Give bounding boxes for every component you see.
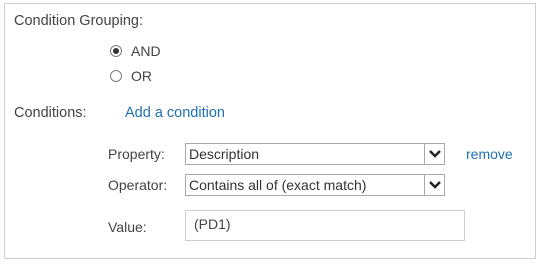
property-label: Property:	[108, 146, 165, 162]
conditions-label: Conditions:	[14, 105, 87, 121]
radio-and[interactable]: AND	[110, 42, 161, 60]
chevron-down-icon[interactable]	[424, 175, 444, 195]
condition-panel: Condition Grouping: AND OR Conditions: A…	[4, 3, 536, 259]
radio-or-label: OR	[131, 68, 152, 84]
radio-and-button[interactable]	[110, 45, 122, 57]
operator-select[interactable]: Contains all of (exact match)	[185, 174, 445, 196]
operator-label: Operator:	[108, 177, 168, 193]
radio-or-button[interactable]	[110, 70, 122, 82]
property-select-value: Description	[189, 146, 260, 162]
condition-grouping-label: Condition Grouping:	[14, 13, 143, 29]
radio-and-label: AND	[131, 43, 161, 59]
operator-select-value: Contains all of (exact match)	[189, 177, 367, 193]
chevron-down-icon[interactable]	[424, 144, 444, 164]
value-label: Value:	[108, 219, 147, 235]
radio-or[interactable]: OR	[110, 67, 152, 85]
add-condition-link[interactable]: Add a condition	[125, 105, 225, 121]
remove-condition-link[interactable]: remove	[466, 146, 513, 162]
value-input[interactable]: (PD1)	[185, 210, 465, 241]
property-select[interactable]: Description	[185, 143, 445, 165]
